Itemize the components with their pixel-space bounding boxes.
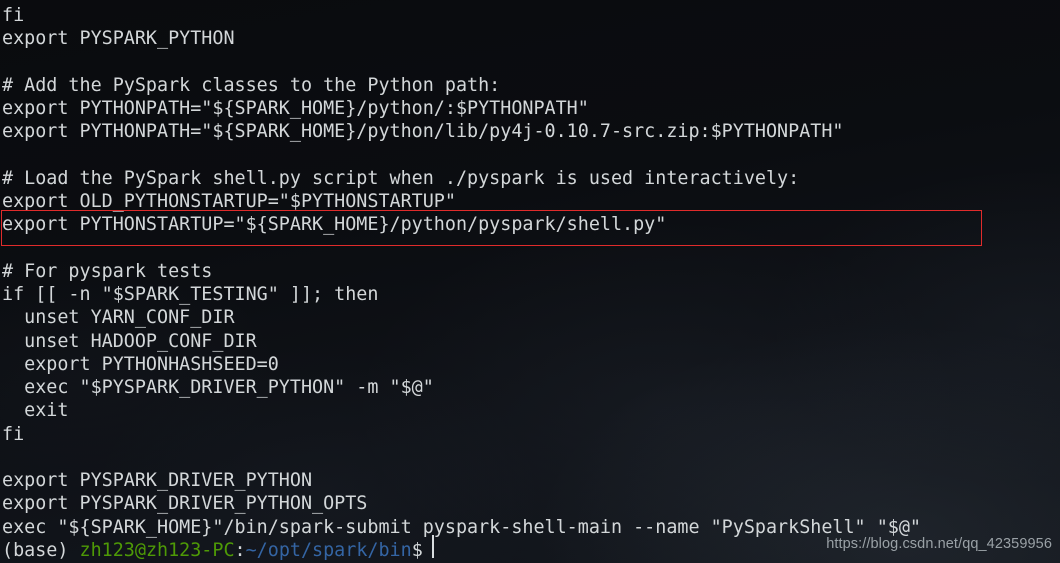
terminal-line: export PYTHONHASHSEED=0: [2, 353, 279, 375]
terminal-output-text: fi export PYSPARK_PYTHON # Add the PySpar…: [2, 4, 921, 562]
terminal-line: # Add the PySpark classes to the Python …: [2, 74, 501, 96]
prompt-path: ~/opt/spark/bin: [245, 539, 412, 561]
text-cursor: [432, 535, 434, 558]
terminal-window[interactable]: fi export PYSPARK_PYTHON # Add the PySpar…: [0, 0, 1060, 563]
terminal-line: export PYSPARK_DRIVER_PYTHON: [2, 470, 313, 491]
prompt-user-host: zh123@zh123-PC: [79, 539, 235, 561]
watermark-url: https://blog.csdn.net/qq_42359956: [826, 536, 1052, 552]
terminal-line: exec "$PYSPARK_DRIVER_PYTHON" -m "$@": [2, 377, 434, 398]
terminal-line: export PYTHONPATH="${SPARK_HOME}/python/…: [2, 98, 589, 119]
prompt-separator: :: [234, 539, 246, 561]
terminal-line: unset YARN_CONF_DIR: [2, 307, 235, 329]
terminal-line: fi: [2, 423, 25, 445]
terminal-line: unset HADOOP_CONF_DIR: [2, 330, 257, 352]
terminal-line: exit: [2, 400, 69, 422]
terminal-line: # Load the PySpark shell.py script when …: [2, 167, 800, 189]
terminal-line: fi: [2, 5, 25, 26]
shell-prompt-line[interactable]: (base) zh123@zh123-PC:~/opt/spark/bin$: [2, 539, 921, 562]
terminal-line: export PYSPARK_DRIVER_PYTHON_OPTS: [2, 493, 368, 515]
terminal-line: export PYTHONSTARTUP="${SPARK_HOME}/pyth…: [2, 214, 667, 236]
terminal-line: if [[ -n "$SPARK_TESTING" ]]; then: [2, 284, 379, 305]
terminal-line: # For pyspark tests: [2, 260, 213, 282]
prompt-env-label: (base): [2, 539, 80, 561]
prompt-symbol: $: [411, 539, 434, 561]
terminal-line: export PYTHONPATH="${SPARK_HOME}/python/…: [2, 121, 844, 143]
terminal-line: export PYSPARK_PYTHON: [2, 28, 235, 50]
terminal-line: exec "${SPARK_HOME}"/bin/spark-submit py…: [2, 516, 921, 538]
terminal-line: export OLD_PYTHONSTARTUP="$PYTHONSTARTUP…: [2, 191, 456, 212]
